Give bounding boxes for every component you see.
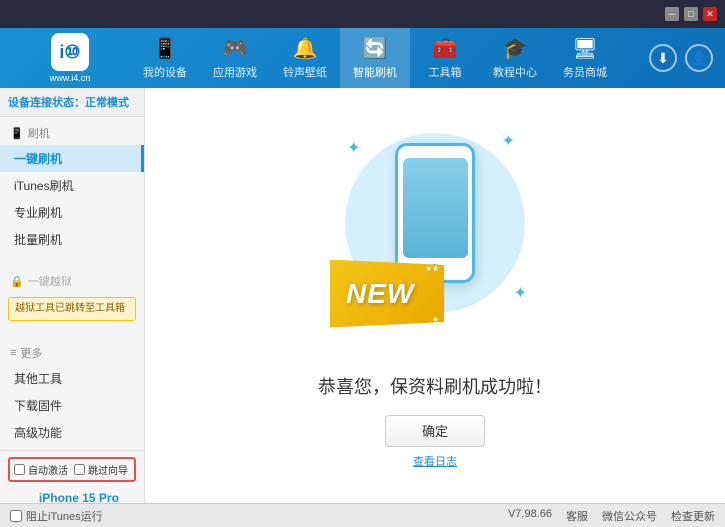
sidebar-status: 设备连接状态：正常模式	[0, 88, 144, 117]
nav-tab-toolbox-label: 工具箱	[429, 64, 462, 80]
footer: 阻止iTunes运行 V7.98.66 客服 微信公众号 检查更新	[0, 503, 725, 527]
nav-tab-smart-flash[interactable]: 🔄 智能刷机	[340, 28, 410, 88]
nav-tab-ringtone[interactable]: 🔔 铃声壁纸	[270, 28, 340, 88]
nav-tab-apps-games[interactable]: 🎮 应用游戏	[200, 28, 270, 88]
logo-icon: i⑩	[51, 33, 89, 71]
service-icon: 🖥	[572, 36, 597, 61]
nav-tab-my-device-label: 我的设备	[143, 64, 187, 80]
content-area: ✦ ✦ ✦ NEW ★★ ★ 恭喜您，保资料刷机成功啦！ 确定 查看日志	[145, 88, 725, 503]
main-layout: 设备连接状态：正常模式 📱 刷机 一键刷机 iTunes刷机 专业刷机 批量刷机	[0, 88, 725, 503]
sidebar-item-other-tools[interactable]: 其他工具	[0, 365, 144, 392]
skip-guide-checkbox[interactable]: 跳过向导	[74, 462, 128, 477]
header-right: ⬇ 👤	[649, 44, 725, 72]
skip-guide-input[interactable]	[74, 464, 85, 475]
auto-activate-label: 自动激活	[28, 462, 68, 477]
nav-tab-ringtone-label: 铃声壁纸	[283, 64, 327, 80]
status-value: 正常模式	[85, 97, 129, 109]
lock-icon: 🔒	[10, 275, 24, 288]
flash-section-icon: 📱	[10, 127, 24, 140]
header: i⑩ www.i4.cn 📱 我的设备 🎮 应用游戏 🔔 铃声壁纸 🔄 智能刷机…	[0, 28, 725, 88]
skip-guide-label: 跳过向导	[88, 462, 128, 477]
nav-tab-service-label: 务员商城	[563, 64, 607, 80]
check-update-link[interactable]: 检查更新	[671, 508, 715, 524]
more-icon: ≡	[10, 347, 16, 359]
jailbreak-section-label: 一键越狱	[28, 273, 72, 289]
sidebar-item-batch-flash[interactable]: 批量刷机	[0, 226, 144, 253]
version-label: V7.98.66	[508, 508, 552, 524]
logo-area: i⑩ www.i4.cn	[0, 33, 130, 83]
smart-flash-icon: 🔄	[363, 36, 388, 61]
nav-tab-toolbox[interactable]: 🧰 工具箱	[410, 28, 480, 88]
itunes-checkbox[interactable]	[10, 510, 22, 522]
tutorial-icon: 🎓	[503, 36, 528, 61]
jailbreak-warning: 越狱工具已跳转至工具箱	[8, 297, 136, 321]
nav-tab-tutorial-label: 教程中心	[493, 64, 537, 80]
auto-activate-input[interactable]	[14, 464, 25, 475]
ribbon-stars-2: ★	[432, 315, 439, 324]
batch-flash-label: 批量刷机	[14, 231, 62, 248]
sparkle-icon-1: ✦	[347, 138, 360, 158]
nav-tabs: 📱 我的设备 🎮 应用游戏 🔔 铃声壁纸 🔄 智能刷机 🧰 工具箱 🎓 教程中心	[130, 28, 649, 88]
my-device-icon: 📱	[153, 36, 178, 61]
customer-service-link[interactable]: 客服	[566, 508, 588, 524]
nav-tab-apps-games-label: 应用游戏	[213, 64, 257, 80]
phone-screen	[403, 158, 468, 258]
window-titlebar: ─ □ ✕	[0, 0, 725, 28]
sidebar: 设备连接状态：正常模式 📱 刷机 一键刷机 iTunes刷机 专业刷机 批量刷机	[0, 88, 145, 503]
one-key-flash-label: 一键刷机	[14, 150, 62, 167]
sidebar-item-pro-flash[interactable]: 专业刷机	[0, 199, 144, 226]
more-section-label: 更多	[20, 345, 42, 361]
itunes-label: 阻止iTunes运行	[26, 508, 103, 524]
user-button[interactable]: 👤	[685, 44, 713, 72]
confirm-button[interactable]: 确定	[385, 415, 485, 447]
sparkle-icon-2: ✦	[502, 131, 515, 151]
sidebar-section-flash: 📱 刷机 一键刷机 iTunes刷机 专业刷机 批量刷机	[0, 117, 144, 257]
auto-activate-checkbox[interactable]: 自动激活	[14, 462, 68, 477]
toolbox-icon: 🧰	[433, 36, 458, 61]
section-header-flash: 📱 刷机	[0, 121, 144, 145]
pro-flash-label: 专业刷机	[14, 204, 62, 221]
nav-tab-smart-flash-label: 智能刷机	[353, 64, 397, 80]
section-header-more: ≡ 更多	[0, 341, 144, 365]
sparkle-icon-3: ✦	[514, 283, 527, 303]
sidebar-item-advanced[interactable]: 高级功能	[0, 419, 144, 446]
flash-section-label: 刷机	[28, 125, 50, 141]
nav-tab-my-device[interactable]: 📱 我的设备	[130, 28, 200, 88]
device-text-area: iPhone 15 Pro Max 512GB iPhone	[39, 491, 136, 503]
wechat-link[interactable]: 微信公众号	[602, 508, 657, 524]
sidebar-section-jailbreak: 🔒 一键越狱 越狱工具已跳转至工具箱	[0, 265, 144, 329]
close-button[interactable]: ✕	[703, 7, 717, 21]
ribbon-stars: ★★	[425, 264, 439, 273]
sidebar-item-download-firmware[interactable]: 下载固件	[0, 392, 144, 419]
status-prefix: 设备连接状态：	[8, 97, 85, 109]
itunes-flash-label: iTunes刷机	[14, 177, 74, 194]
ringtone-icon: 🔔	[293, 36, 318, 61]
phone-body	[395, 143, 475, 283]
ribbon-text: NEW	[346, 278, 414, 310]
maximize-button[interactable]: □	[684, 7, 698, 21]
sidebar-device: 自动激活 跳过向导 📱 iPhone 15 Pro Max 512GB iPho…	[0, 450, 144, 503]
view-log-link[interactable]: 查看日志	[413, 453, 457, 469]
apps-games-icon: 🎮	[223, 36, 248, 61]
sidebar-item-one-key-flash[interactable]: 一键刷机	[0, 145, 144, 172]
download-button[interactable]: ⬇	[649, 44, 677, 72]
device-info: 📱 iPhone 15 Pro Max 512GB iPhone	[8, 488, 136, 503]
section-header-jailbreak: 🔒 一键越狱	[0, 269, 144, 293]
nav-tab-tutorial[interactable]: 🎓 教程中心	[480, 28, 550, 88]
sidebar-section-more: ≡ 更多 其他工具 下载固件 高级功能	[0, 337, 144, 450]
sidebar-item-itunes-flash[interactable]: iTunes刷机	[0, 172, 144, 199]
nav-tab-service[interactable]: 🖥 务员商城	[550, 28, 620, 88]
phone-illustration: ✦ ✦ ✦ NEW ★★ ★	[335, 123, 535, 353]
footer-right: V7.98.66 客服 微信公众号 检查更新	[508, 508, 715, 524]
device-name: iPhone 15 Pro Max	[39, 491, 136, 503]
new-ribbon: NEW ★★ ★	[330, 260, 444, 328]
device-checkboxes: 自动激活 跳过向导	[8, 457, 136, 482]
minimize-button[interactable]: ─	[665, 7, 679, 21]
footer-left: 阻止iTunes运行	[10, 508, 103, 524]
logo-text: www.i4.cn	[50, 73, 91, 83]
success-message: 恭喜您，保资料刷机成功啦！	[318, 373, 552, 399]
